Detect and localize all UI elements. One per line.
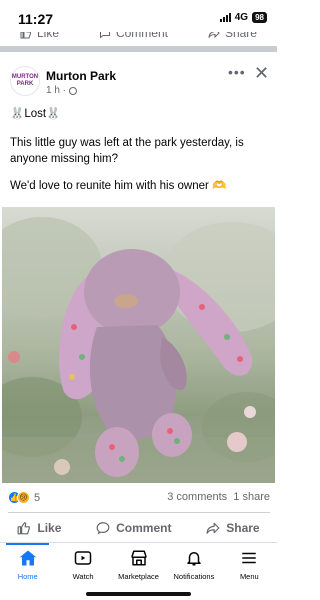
page-avatar[interactable]: MURTON PARK [10, 66, 40, 96]
post-meta: 1 h · [46, 85, 78, 96]
network-label: 4G [234, 12, 249, 23]
status-bar: 11:27 4G 98 [0, 0, 277, 34]
home-icon [19, 550, 36, 566]
share-icon [206, 522, 220, 534]
bottom-nav: Home Watch Marketplace Notifications Men… [0, 543, 277, 583]
nav-home[interactable]: Home [0, 543, 55, 583]
nav-home-label: Home [17, 572, 38, 581]
nav-watch[interactable]: Watch [55, 543, 110, 583]
reactions-summary: 👍 😢 5 3 comments 1 share [8, 490, 270, 506]
comment-button[interactable]: Comment [96, 521, 171, 535]
post-divider [0, 46, 277, 52]
share-button[interactable]: Share [206, 521, 260, 535]
nav-marketplace[interactable]: Marketplace [111, 543, 166, 583]
watch-icon [74, 551, 92, 565]
comment-icon [96, 522, 110, 535]
post-actions: Like Comment Share [0, 516, 277, 540]
engagement-counts: 3 comments 1 share [167, 491, 270, 503]
signal-icon [219, 13, 231, 22]
comments-count[interactable]: 3 comments [167, 491, 227, 503]
thumbs-up-icon [17, 522, 31, 535]
marketplace-icon [131, 550, 147, 566]
comment-icon [99, 32, 110, 39]
battery-icon: 98 [252, 12, 267, 23]
prev-like-label: Like [36, 32, 59, 40]
menu-icon [242, 552, 257, 564]
more-options-icon[interactable]: ••• [228, 64, 246, 80]
post-time: 1 h · [46, 85, 67, 96]
nav-notifications-label: Notifications [173, 572, 215, 581]
comment-label: Comment [116, 521, 172, 535]
globe-icon [69, 86, 78, 95]
reaction-count: 5 [34, 491, 41, 504]
nav-menu[interactable]: Menu [222, 543, 277, 583]
post-body: 🐰Lost🐰 This little guy was left at the p… [10, 106, 270, 205]
reaction-icons[interactable]: 👍 😢 5 [8, 491, 40, 504]
post-paragraph-2: We'd love to reunite him with his owner … [10, 180, 227, 192]
close-icon[interactable]: ✕ [254, 64, 269, 82]
bunny-photo-illustration [2, 217, 275, 483]
shares-count[interactable]: 1 share [233, 491, 270, 503]
avatar-logo-text-2: PARK [16, 81, 34, 87]
share-icon [208, 32, 220, 39]
status-right: 4G 98 [219, 12, 267, 23]
nav-menu-label: Menu [239, 572, 259, 581]
post-paragraph-1: This little guy was left at the park yes… [10, 137, 244, 165]
sad-reaction-icon: 😢 [17, 491, 30, 504]
nav-notifications[interactable]: Notifications [166, 543, 221, 583]
post-photo[interactable] [2, 207, 275, 483]
home-indicator [86, 592, 191, 596]
prev-comment-label: Comment [115, 32, 168, 40]
previous-post-actions: Like Comment Share [0, 32, 277, 46]
thumbs-up-icon [20, 32, 31, 39]
post-header: MURTON PARK Murton Park 1 h · ••• ✕ [0, 60, 277, 100]
post-title: 🐰Lost🐰 [10, 108, 61, 120]
prev-comment-button[interactable]: Comment [99, 32, 168, 40]
nav-marketplace-label: Marketplace [118, 572, 159, 581]
prev-share-button[interactable]: Share [208, 32, 257, 40]
reactions-divider [8, 512, 270, 513]
like-label: Like [37, 521, 62, 535]
bell-icon [187, 552, 201, 566]
like-button[interactable]: Like [17, 521, 61, 535]
avatar-logo-text: MURTON [11, 74, 39, 80]
nav-watch-label: Watch [72, 572, 94, 581]
page-name[interactable]: Murton Park [46, 69, 116, 83]
prev-share-label: Share [224, 32, 257, 40]
prev-like-button[interactable]: Like [20, 32, 59, 40]
status-time: 11:27 [18, 11, 54, 27]
share-label: Share [226, 521, 260, 535]
